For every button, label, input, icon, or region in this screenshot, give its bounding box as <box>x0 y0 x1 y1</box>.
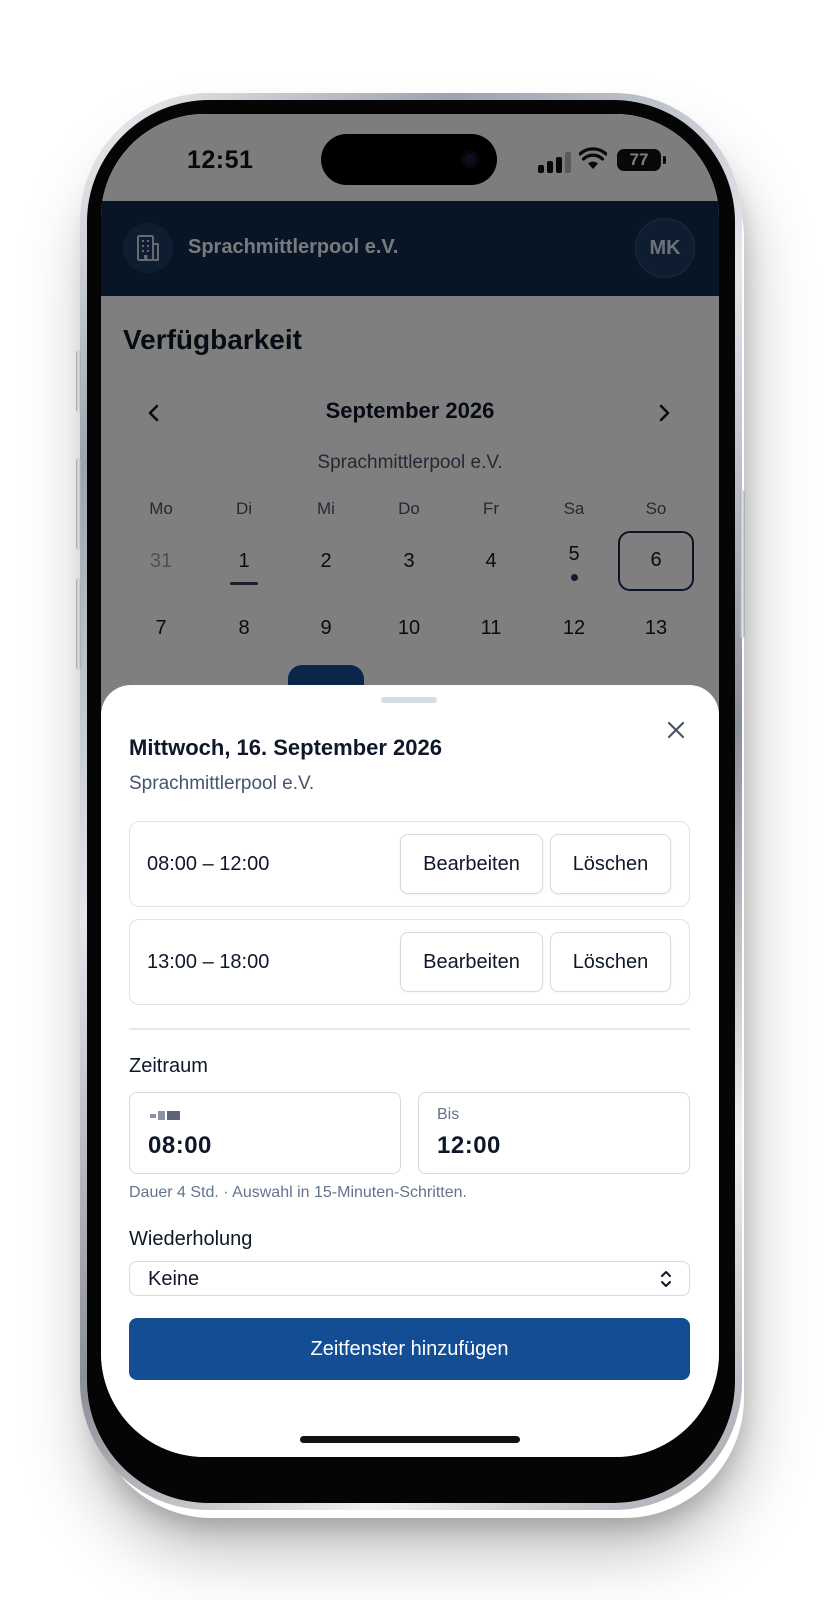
action-button <box>76 350 81 412</box>
sheet-title: Mittwoch, 16. September 2026 <box>129 735 442 760</box>
redacted-label <box>150 1111 180 1120</box>
day-detail-sheet: Mittwoch, 16. September 2026 Sprachmittl… <box>101 685 719 1457</box>
from-time-input[interactable]: 08:00 <box>129 1092 401 1174</box>
sheet-drag-handle[interactable] <box>381 697 437 703</box>
to-time-input[interactable]: Bis 12:00 <box>418 1092 690 1174</box>
slot-time: 08:00 – 12:00 <box>147 853 270 875</box>
edit-slot-button[interactable]: Bearbeiten <box>400 834 543 894</box>
volume-up-button <box>76 458 81 550</box>
divider <box>129 1028 690 1030</box>
edit-slot-button[interactable]: Bearbeiten <box>400 932 543 992</box>
close-icon[interactable] <box>659 713 693 747</box>
time-slot: 13:00 – 18:00 Bearbeiten Löschen <box>129 919 690 1005</box>
home-indicator <box>300 1436 520 1443</box>
to-time-value: 12:00 <box>437 1132 501 1159</box>
slot-time: 13:00 – 18:00 <box>147 951 270 973</box>
from-time-value: 08:00 <box>148 1132 212 1159</box>
chevron-up-down-icon <box>661 1271 671 1287</box>
phone-screen: 12:51 77 Sprachmittlerpool e.V. MK Verfü… <box>101 114 719 1457</box>
repeat-label: Wiederholung <box>129 1228 253 1250</box>
duration-hint: Dauer 4 Std. · Auswahl in 15-Minuten-Sch… <box>129 1184 467 1201</box>
sheet-organization: Sprachmittlerpool e.V. <box>129 773 315 794</box>
power-button <box>740 490 745 638</box>
repeat-select-value: Keine <box>148 1268 200 1290</box>
time-slot: 08:00 – 12:00 Bearbeiten Löschen <box>129 821 690 907</box>
range-label: Zeitraum <box>129 1055 208 1077</box>
to-time-label: Bis <box>437 1106 460 1123</box>
add-timeslot-button[interactable]: Zeitfenster hinzufügen <box>129 1318 690 1380</box>
delete-slot-button[interactable]: Löschen <box>550 834 671 894</box>
volume-down-button <box>76 578 81 670</box>
delete-slot-button[interactable]: Löschen <box>550 932 671 992</box>
repeat-select[interactable]: Keine <box>129 1261 690 1296</box>
